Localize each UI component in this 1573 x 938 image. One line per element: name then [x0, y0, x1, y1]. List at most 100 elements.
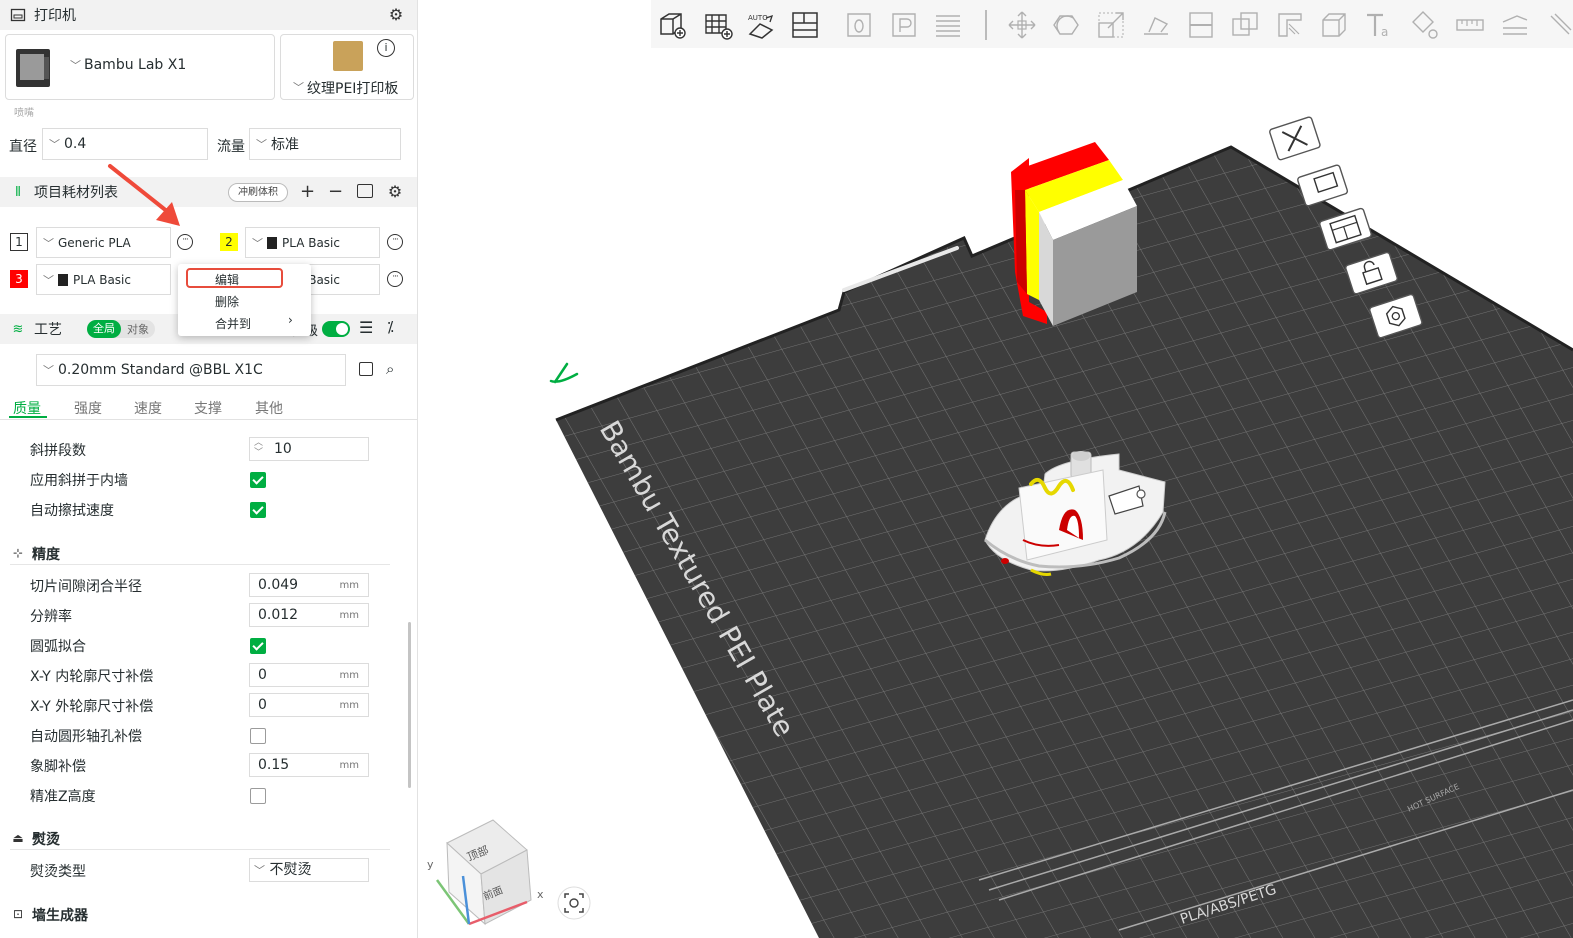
tab-speed[interactable]: 速度: [134, 398, 162, 418]
setting-label: 应用斜拼于内墙: [30, 473, 128, 489]
list-view-icon[interactable]: ☰: [359, 318, 373, 337]
global-object-switch[interactable]: 全局 对象: [87, 320, 155, 338]
plate-type-selector[interactable]: i ﹀ 纹理PEI打印板: [280, 34, 414, 100]
ironing-icon: ⏏: [12, 831, 24, 845]
3d-viewport[interactable]: AUTO a Bambu Textured PEI Plate PLA/ABS/…: [419, 0, 1573, 938]
tab-strength[interactable]: 强度: [74, 398, 102, 418]
setting-input[interactable]: 0.012 mm: [249, 603, 369, 627]
printer-settings-gear-icon[interactable]: ⚙: [387, 5, 405, 24]
tab-support[interactable]: 支撑: [194, 398, 222, 418]
save-preset-icon[interactable]: [359, 362, 373, 376]
bambu-logo-icon: [58, 273, 68, 286]
axis-x-label: x: [537, 888, 544, 901]
filament-index-badge: 2: [220, 233, 238, 251]
chevron-down-icon: ﹀: [70, 59, 81, 72]
setting-checkbox[interactable]: [250, 788, 266, 804]
menu-item-merge[interactable]: 合并到: [215, 315, 251, 332]
chevron-down-icon: ﹀: [43, 364, 54, 377]
chevron-right-icon: ›: [288, 313, 293, 327]
tab-others[interactable]: 其他: [255, 398, 283, 418]
chevron-down-icon: ﹀: [43, 273, 54, 287]
process-preset-name: 0.20mm Standard @BBL X1C: [58, 362, 263, 378]
setting-input[interactable]: 0.15 mm: [249, 753, 369, 777]
setting-label: 自动圆形轴孔补偿: [30, 729, 142, 745]
search-icon[interactable]: ⌕: [386, 360, 394, 378]
printer-section-header: 打印机: [0, 0, 417, 30]
close-plate-icon[interactable]: [1269, 116, 1321, 161]
layers-icon: ≋: [12, 321, 24, 337]
filament-index-badge: 1: [10, 233, 28, 251]
setting-checkbox[interactable]: [250, 502, 266, 518]
advanced-toggle[interactable]: [322, 321, 350, 337]
chevron-down-icon: ﹀: [254, 864, 265, 877]
compare-icon[interactable]: ⁒: [387, 318, 394, 336]
flush-volume-button[interactable]: 冲刷体积: [228, 183, 288, 202]
sidebar: 打印机 ⚙ ﹀ Bambu Lab X1 i ﹀ 纹理PEI打印板 喷嘴 直径 …: [0, 0, 418, 938]
view-orientation-cube[interactable]: 顶部 前面 y x: [427, 819, 544, 926]
filament-context-menu: 编辑 删除 合并到 ›: [178, 264, 311, 336]
setting-label: 自动擦拭速度: [30, 503, 114, 519]
mode-object[interactable]: 对象: [121, 321, 155, 337]
setting-label: 圆弧拟合: [30, 639, 86, 655]
more-options-icon[interactable]: ···: [387, 271, 403, 287]
wall-generator-group-title: 墙生成器: [32, 908, 88, 924]
printer-icon: [10, 7, 26, 23]
filament-index-badge: 3: [10, 270, 28, 288]
mode-global[interactable]: 全局: [87, 320, 121, 338]
plate-edit-icon[interactable]: [549, 362, 579, 384]
axis-y-label: y: [427, 858, 434, 871]
info-icon[interactable]: i: [377, 39, 395, 57]
setting-input[interactable]: 0 mm: [249, 693, 369, 717]
more-options-icon[interactable]: ···: [387, 234, 403, 250]
stepper-arrows-icon[interactable]: ︿ ﹀: [254, 438, 263, 458]
filament-name: PLA Basic: [73, 272, 131, 287]
nozzle-diameter-select[interactable]: ﹀ 0.4: [42, 128, 208, 160]
flow-value: 标准: [271, 137, 299, 153]
settings-scrollbar[interactable]: [408, 622, 411, 788]
chevron-down-icon: ﹀: [43, 236, 54, 250]
chevron-down-icon: ﹀: [252, 236, 263, 250]
printer-model-selector[interactable]: ﹀ Bambu Lab X1: [5, 34, 275, 100]
sync-ams-icon[interactable]: [357, 184, 373, 198]
precision-icon: ⊹: [12, 546, 24, 560]
process-section-title: 工艺: [34, 322, 62, 338]
setting-checkbox[interactable]: [250, 728, 266, 744]
setting-label: 分辨率: [30, 609, 72, 625]
filament-name: PLA Basic: [282, 235, 340, 250]
menu-item-edit[interactable]: 编辑: [215, 271, 239, 288]
setting-label: 精准Z高度: [30, 789, 96, 805]
menu-item-delete[interactable]: 删除: [215, 293, 239, 310]
setting-checkbox[interactable]: [250, 638, 266, 654]
flow-select[interactable]: ﹀ 标准: [249, 128, 401, 160]
chevron-down-icon: ﹀: [49, 138, 60, 151]
plate-type-name: 纹理PEI打印板: [307, 81, 399, 97]
process-preset-select[interactable]: ﹀ 0.20mm Standard @BBL X1C: [36, 354, 346, 386]
add-filament-icon[interactable]: +: [300, 181, 315, 202]
filament-section-header: ⦀ 项目耗材列表: [0, 177, 417, 207]
printer-model-name: Bambu Lab X1: [84, 57, 187, 73]
chevron-down-icon: ﹀: [293, 81, 304, 94]
remove-filament-icon[interactable]: −: [328, 181, 343, 202]
nozzle-label: 喷嘴: [14, 108, 34, 119]
setting-label: 斜拼段数: [30, 443, 86, 459]
pick-plate-icon[interactable]: [1297, 164, 1349, 207]
tab-quality[interactable]: 质量: [13, 398, 41, 418]
filament-settings-gear-icon[interactable]: ⚙: [386, 182, 404, 201]
setting-stepper[interactable]: ︿ ﹀ 10: [249, 437, 369, 461]
setting-input[interactable]: 0 mm: [249, 663, 369, 687]
ironing-type-select[interactable]: ﹀ 不熨烫: [249, 858, 369, 882]
plate-thumbnail-icon: [333, 41, 363, 71]
setting-input[interactable]: 0.049 mm: [249, 573, 369, 597]
setting-label: 切片间隙闭合半径: [30, 579, 142, 595]
printer-thumbnail-icon: [16, 49, 50, 87]
filament-select[interactable]: ﹀ PLA Basic: [36, 264, 171, 295]
chevron-down-icon: ﹀: [256, 138, 267, 151]
filament-select[interactable]: ﹀ PLA Basic: [245, 227, 380, 258]
annotation-arrow: [108, 164, 180, 226]
process-tabs: 质量 强度 速度 支撑 其他: [0, 394, 417, 420]
nozzle-diameter-value: 0.4: [64, 136, 87, 152]
build-plate-scene: Bambu Textured PEI Plate PLA/ABS/PETG HO…: [427, 116, 1573, 938]
setting-checkbox[interactable]: [250, 472, 266, 488]
diameter-label: 直径: [9, 139, 37, 155]
fit-view-icon[interactable]: [557, 886, 591, 920]
